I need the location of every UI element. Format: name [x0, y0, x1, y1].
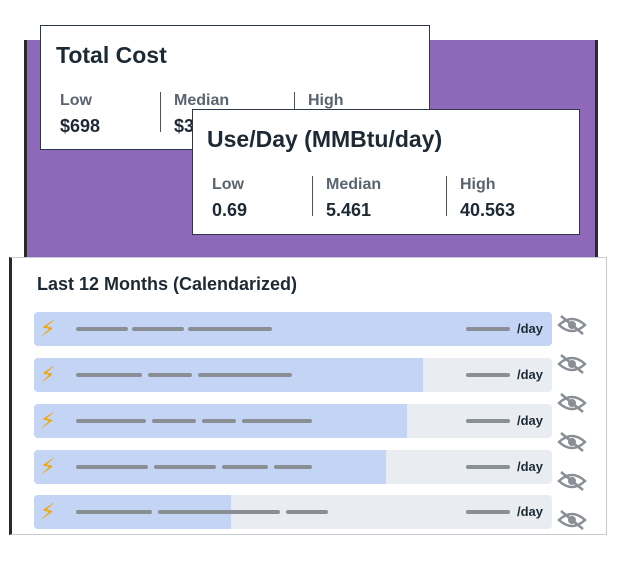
placeholder-text [76, 465, 148, 469]
placeholder-text [76, 373, 142, 377]
median-value: 5.461 [326, 200, 372, 220]
unit-label: /day [516, 321, 543, 336]
eye-off-icon[interactable] [557, 392, 587, 414]
placeholder-text [188, 327, 272, 331]
placeholder-value [466, 327, 510, 331]
use-low: Low 0.69 [212, 176, 247, 221]
unit-label: /day [516, 459, 543, 474]
high-label: High [308, 92, 344, 109]
eye-off-icon[interactable] [557, 509, 587, 531]
placeholder-value [466, 510, 510, 514]
placeholder-text [132, 327, 184, 331]
usage-row[interactable]: ⚡ /day [34, 312, 552, 346]
lightning-bolt-icon: ⚡ [40, 408, 56, 433]
placeholder-text [154, 465, 216, 469]
placeholder-text [242, 419, 312, 423]
usage-row[interactable]: ⚡ /day [34, 404, 552, 438]
placeholder-value [466, 419, 510, 423]
use-per-day-title: Use/Day (MMBtu/day) [207, 126, 443, 152]
placeholder-value [466, 373, 510, 377]
low-value: $698 [60, 116, 101, 136]
lightning-bolt-icon: ⚡ [40, 454, 56, 479]
use-per-day-card: Use/Day (MMBtu/day) Low 0.69 Median 5.46… [192, 109, 580, 235]
divider [446, 176, 447, 216]
unit-label: /day [516, 504, 543, 519]
high-label: High [460, 176, 496, 193]
eye-off-icon[interactable] [557, 314, 587, 336]
lightning-bolt-icon: ⚡ [40, 499, 56, 524]
placeholder-text [286, 510, 328, 514]
eye-off-icon[interactable] [557, 431, 587, 453]
placeholder-text [76, 510, 152, 514]
placeholder-text [202, 419, 236, 423]
lightning-bolt-icon: ⚡ [40, 316, 56, 341]
placeholder-value [466, 465, 510, 469]
placeholder-text [148, 373, 192, 377]
usage-row[interactable]: ⚡ /day [34, 450, 552, 484]
divider [312, 176, 313, 216]
placeholder-text [76, 327, 128, 331]
high-value: 40.563 [460, 200, 516, 220]
placeholder-text [76, 419, 146, 423]
lightning-bolt-icon: ⚡ [40, 362, 56, 387]
usage-row[interactable]: ⚡ /day [34, 358, 552, 392]
months-title: Last 12 Months (Calendarized) [37, 274, 298, 294]
median-label: Median [174, 92, 230, 109]
unit-label: /day [516, 413, 543, 428]
last-12-months-panel: Last 12 Months (Calendarized) ⚡ /day ⚡ /… [9, 257, 607, 535]
total-cost-low: Low $698 [60, 92, 100, 137]
placeholder-text [198, 373, 292, 377]
unit-label: /day [516, 367, 543, 382]
low-label: Low [60, 92, 92, 109]
total-cost-high: High [308, 92, 344, 110]
usage-row[interactable]: ⚡ /day [34, 495, 552, 529]
divider [160, 92, 161, 132]
placeholder-text [152, 419, 196, 423]
use-high: High 40.563 [460, 176, 515, 221]
eye-off-icon[interactable] [557, 470, 587, 492]
placeholder-text [274, 465, 312, 469]
eye-off-icon[interactable] [557, 353, 587, 375]
median-label: Median [326, 176, 382, 193]
placeholder-text [158, 510, 280, 514]
use-median: Median 5.461 [326, 176, 381, 221]
placeholder-text [222, 465, 268, 469]
low-value: 0.69 [212, 200, 248, 220]
total-cost-title: Total Cost [56, 42, 167, 68]
low-label: Low [212, 176, 244, 193]
